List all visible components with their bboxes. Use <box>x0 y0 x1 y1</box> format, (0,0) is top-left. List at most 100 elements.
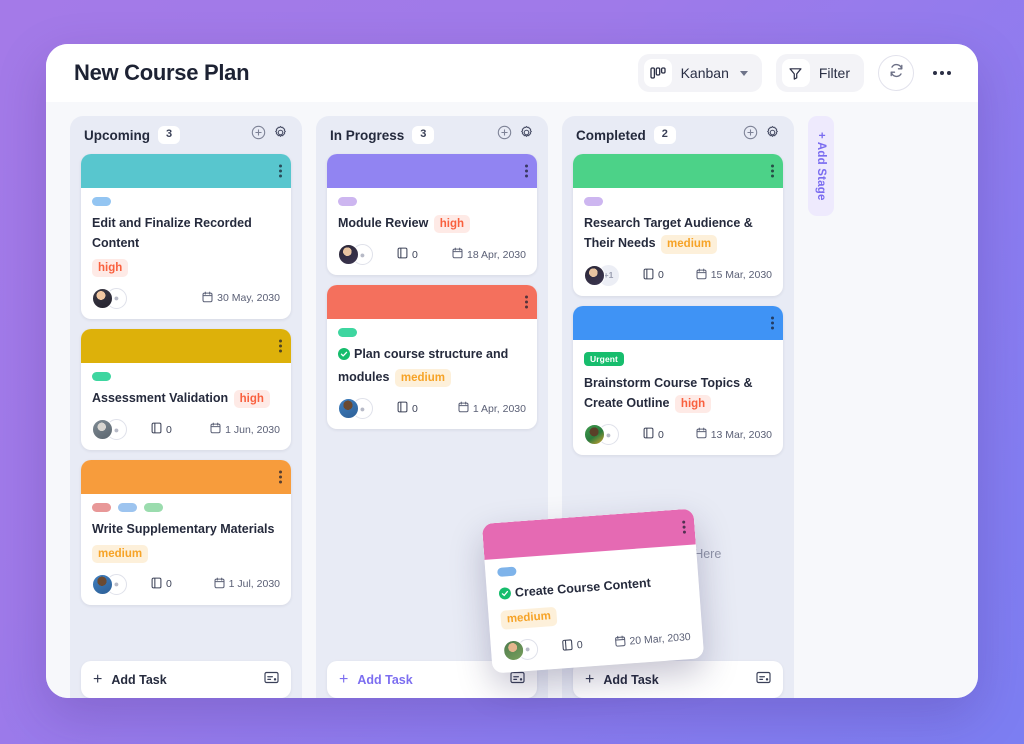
card-body: Plan course structure and modules medium… <box>327 319 537 429</box>
attachment-count-value: 0 <box>166 578 172 591</box>
task-card[interactable]: Module Review high ● 0 18 Apr, 2030 <box>327 154 537 276</box>
task-card[interactable]: Urgent Brainstorm Course Topics & Create … <box>573 305 783 456</box>
card-menu-icon[interactable] <box>682 520 687 534</box>
assignee-avatars[interactable]: ● <box>338 398 373 419</box>
card-banner <box>81 460 291 495</box>
card-tag-pill <box>118 503 137 513</box>
add-card-icon[interactable] <box>497 125 512 145</box>
card-tag-pill <box>92 371 111 381</box>
avatar <box>338 398 359 419</box>
assignee-avatars[interactable]: ● <box>502 637 539 662</box>
add-card-icon[interactable] <box>743 125 758 145</box>
add-task-button[interactable]: + Add Task <box>81 661 291 698</box>
task-card[interactable]: Edit and Finalize Recorded Content high ● 3… <box>81 154 291 319</box>
card-menu-icon[interactable] <box>771 164 774 178</box>
card-tag-pill <box>584 197 603 206</box>
card-menu-icon[interactable] <box>771 316 774 330</box>
task-card[interactable]: Write Supplementary Materials medium ● 0 1 J… <box>81 460 291 605</box>
card-body: Write Supplementary Materials medium ● 0 1 J… <box>81 494 291 605</box>
card-due-date-value: 1 Apr, 2030 <box>472 402 526 415</box>
card-due-date-value: 18 Apr, 2030 <box>467 248 526 261</box>
attachment-count: 0 <box>643 427 664 442</box>
assignee-avatars[interactable]: ● <box>92 419 127 441</box>
card-footer: +1 0 15 Mar, 2030 <box>584 264 772 286</box>
filter-button[interactable]: Filter <box>775 54 864 92</box>
card-due-date-value: 1 Jul, 2030 <box>228 578 280 591</box>
add-task-label: Add Task <box>111 672 167 687</box>
card-title-text: Module Review <box>338 216 429 230</box>
card-tag-row <box>584 197 772 206</box>
add-task-button[interactable]: + Add Task <box>573 661 783 698</box>
card-body: Module Review high ● 0 18 Apr, 2030 <box>327 188 537 275</box>
gear-icon[interactable] <box>765 125 780 145</box>
compose-icon[interactable] <box>264 671 279 689</box>
card-title: Edit and Finalize Recorded Content high <box>92 213 280 277</box>
compose-icon[interactable] <box>756 671 771 689</box>
calendar-icon <box>214 577 225 592</box>
card-body: Create Course Content medium ● 0 20 Mar, 203… <box>484 544 704 673</box>
attachment-count: 0 <box>397 401 418 416</box>
card-menu-icon[interactable] <box>525 295 528 309</box>
view-switcher-label: Kanban <box>680 65 729 81</box>
card-tag-pill <box>92 197 111 206</box>
compose-icon[interactable] <box>510 671 525 689</box>
card-title: Module Review high <box>338 213 526 234</box>
completed-check-icon <box>498 585 511 606</box>
card-menu-icon[interactable] <box>279 164 282 178</box>
card-body: Urgent Brainstorm Course Topics & Create … <box>573 340 783 456</box>
dragged-task-card[interactable]: Create Course Content medium ● 0 20 Mar, 203… <box>481 508 705 674</box>
attachment-count-value: 0 <box>658 269 664 282</box>
attachment-count: 0 <box>397 247 418 262</box>
card-due-date: 1 Jun, 2030 <box>210 422 280 437</box>
app-header: New Course Plan Kanban Filter <box>46 44 978 102</box>
card-title: Research Target Audience & Their Needs m… <box>584 213 772 254</box>
priority-badge: medium <box>394 368 451 387</box>
card-tag-pill <box>338 328 357 338</box>
card-menu-icon[interactable] <box>279 339 282 353</box>
card-tag-pill <box>92 503 111 513</box>
gear-icon[interactable] <box>273 125 288 145</box>
card-banner <box>81 328 291 363</box>
card-title-text: Create Course Content <box>514 575 652 600</box>
column-task-count: 3 <box>158 126 181 144</box>
card-due-date: 20 Mar, 2030 <box>614 630 691 651</box>
card-footer: ● 0 1 Apr, 2030 <box>338 398 526 419</box>
priority-badge: high <box>433 215 471 234</box>
attachment-count: 0 <box>561 638 583 654</box>
card-footer: ● 0 1 Jul, 2030 <box>92 573 280 595</box>
assignee-avatars[interactable]: ● <box>92 573 127 595</box>
add-card-icon[interactable] <box>251 125 266 145</box>
card-due-date-value: 15 Mar, 2030 <box>710 269 772 282</box>
task-card[interactable]: Research Target Audience & Their Needs m… <box>573 154 783 296</box>
card-menu-icon[interactable] <box>525 164 528 178</box>
task-card[interactable]: Create Course Content medium ● 0 20 Mar, 203… <box>481 508 705 674</box>
view-switcher-kanban[interactable]: Kanban <box>637 54 762 92</box>
card-menu-icon[interactable] <box>279 470 282 484</box>
assignee-avatars[interactable]: ● <box>338 244 373 266</box>
assignee-avatars[interactable]: ● <box>92 287 127 309</box>
attachment-count: 0 <box>151 422 172 437</box>
card-tag-row <box>92 371 280 381</box>
task-card[interactable]: Plan course structure and modules medium… <box>327 285 537 429</box>
card-footer: ● 30 May, 2030 <box>92 287 280 309</box>
column-cards: Edit and Finalize Recorded Content high ● 3… <box>81 154 291 698</box>
more-options-button[interactable] <box>928 59 956 87</box>
add-stage-button[interactable]: + Add Stage <box>808 116 834 216</box>
column-header-actions <box>743 125 780 145</box>
refresh-icon <box>888 62 905 84</box>
column-header: Completed 2 <box>573 116 783 154</box>
card-tag-pill <box>497 566 517 577</box>
assignee-avatars[interactable]: +1 <box>584 264 619 286</box>
attachment-icon <box>151 577 162 592</box>
assignee-avatars[interactable]: ● <box>584 424 619 446</box>
task-card[interactable]: Assessment Validation high ● 0 1 Jun, 2030 <box>81 328 291 451</box>
column-header: In Progress 3 <box>327 116 537 154</box>
refresh-button[interactable] <box>878 55 914 91</box>
gear-icon[interactable] <box>519 125 534 145</box>
card-due-date: 15 Mar, 2030 <box>696 268 772 283</box>
attachment-icon <box>561 638 573 654</box>
card-label-chip: Urgent <box>584 351 624 366</box>
attachment-count-value: 0 <box>658 428 664 441</box>
card-body: Research Target Audience & Their Needs m… <box>573 188 783 296</box>
card-body: Edit and Finalize Recorded Content high ● 3… <box>81 188 291 319</box>
